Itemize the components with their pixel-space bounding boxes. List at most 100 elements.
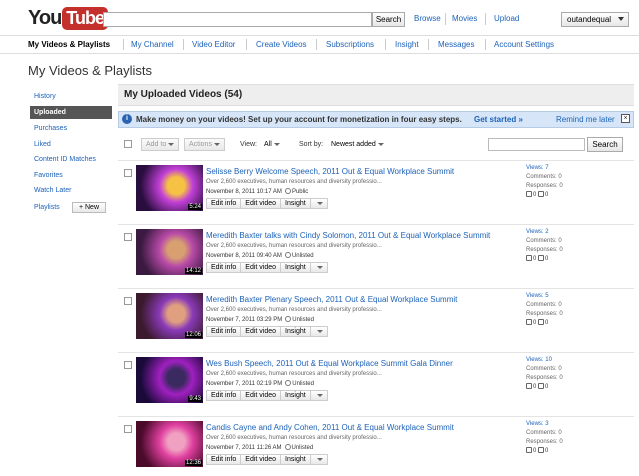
- views-count[interactable]: Views: 7: [526, 164, 563, 173]
- video-stats: Views: 7 Comments: 0 Responses: 0 0 0: [526, 164, 563, 200]
- nav-movies[interactable]: Movies: [452, 14, 477, 23]
- view-dropdown[interactable]: All: [264, 141, 280, 148]
- user-menu[interactable]: outandequal: [561, 12, 629, 27]
- nav-browse[interactable]: Browse: [414, 14, 441, 23]
- video-thumbnail[interactable]: 12:06: [136, 293, 203, 339]
- thumbs-down-icon: [538, 191, 545, 197]
- video-checkbox[interactable]: [124, 169, 132, 177]
- add-to-label: Add to: [146, 141, 167, 148]
- divider: [0, 53, 639, 54]
- subnav-account-settings[interactable]: Account Settings: [494, 40, 554, 49]
- sort-value: Newest added: [331, 141, 376, 148]
- video-thumbnail[interactable]: 14:12: [136, 229, 203, 275]
- video-description: Over 2,600 executives, human resources a…: [206, 179, 382, 185]
- divider: [485, 13, 486, 25]
- views-count[interactable]: Views: 3: [526, 420, 563, 429]
- video-checkbox[interactable]: [124, 425, 132, 433]
- subnav-video-editor[interactable]: Video Editor: [192, 40, 235, 49]
- video-duration: 12:06: [184, 332, 202, 338]
- responses-count: Responses: 0: [526, 247, 563, 253]
- likes-count: 0: [533, 448, 537, 454]
- sidebar-item-uploaded[interactable]: Uploaded: [30, 106, 112, 119]
- insight-button[interactable]: Insight: [280, 326, 311, 337]
- add-to-button[interactable]: Add to: [141, 138, 180, 151]
- edit-video-button[interactable]: Edit video: [240, 198, 282, 209]
- actions-button[interactable]: Actions: [184, 138, 225, 151]
- chevron-down-icon: [168, 142, 175, 146]
- more-actions-button[interactable]: [309, 198, 328, 209]
- select-all-checkbox[interactable]: [124, 140, 132, 148]
- thumbs-up-icon: [526, 319, 532, 325]
- sidebar-item-watch-later[interactable]: Watch Later: [34, 187, 71, 194]
- video-checkbox[interactable]: [124, 361, 132, 369]
- remind-later-link[interactable]: Remind me later: [556, 115, 615, 124]
- thumbs-up-icon: [526, 255, 532, 261]
- likes-count: 0: [533, 384, 537, 390]
- video-title-link[interactable]: Meredith Baxter Plenary Speech, 2011 Out…: [206, 295, 457, 304]
- subnav-subscriptions[interactable]: Subscriptions: [326, 40, 374, 49]
- views-count[interactable]: Views: 2: [526, 228, 563, 237]
- video-title-link[interactable]: Selisse Berry Welcome Speech, 2011 Out &…: [206, 167, 454, 176]
- video-date-text: November 7, 2011 11:26 AM: [206, 445, 282, 451]
- video-title-link[interactable]: Candis Cayne and Andy Cohen, 2011 Out & …: [206, 423, 454, 432]
- video-title-link[interactable]: Wes Bush Speech, 2011 Out & Equal Workpl…: [206, 359, 453, 368]
- sidebar-item-content-id[interactable]: Content ID Matches: [34, 156, 96, 163]
- video-row: 12:06 Meredith Baxter Plenary Speech, 20…: [118, 288, 634, 352]
- video-checkbox[interactable]: [124, 233, 132, 241]
- edit-video-button[interactable]: Edit video: [240, 262, 282, 273]
- more-actions-button[interactable]: [309, 262, 328, 273]
- insight-button[interactable]: Insight: [280, 390, 311, 401]
- views-count[interactable]: Views: 10: [526, 356, 563, 365]
- comments-count: Comments: 0: [526, 366, 562, 372]
- more-actions-button[interactable]: [309, 390, 328, 401]
- insight-button[interactable]: Insight: [280, 454, 311, 465]
- video-actions: Edit info Edit video Insight: [206, 390, 328, 401]
- sidebar-item-liked[interactable]: Liked: [34, 141, 51, 148]
- edit-video-button[interactable]: Edit video: [240, 326, 282, 337]
- edit-video-button[interactable]: Edit video: [240, 454, 282, 465]
- edit-video-button[interactable]: Edit video: [240, 390, 282, 401]
- video-thumbnail[interactable]: 5:24: [136, 165, 203, 211]
- search-button[interactable]: Search: [372, 12, 405, 27]
- video-thumbnail[interactable]: 12:36: [136, 421, 203, 467]
- responses-count: Responses: 0: [526, 183, 563, 189]
- subnav-my-channel[interactable]: My Channel: [131, 40, 174, 49]
- video-privacy: Public: [291, 189, 309, 195]
- edit-info-button[interactable]: Edit info: [206, 390, 242, 401]
- dislikes-count: 0: [545, 192, 549, 198]
- new-playlist-button[interactable]: + New: [72, 202, 106, 213]
- video-thumbnail[interactable]: 9:43: [136, 357, 203, 403]
- close-icon[interactable]: ×: [621, 114, 630, 123]
- video-title-link[interactable]: Meredith Baxter talks with Cindy Solomon…: [206, 231, 490, 240]
- video-search-input[interactable]: [488, 138, 585, 151]
- subnav-messages[interactable]: Messages: [438, 40, 474, 49]
- thumbs-down-icon: [538, 383, 545, 389]
- insight-button[interactable]: Insight: [280, 198, 311, 209]
- divider: [445, 13, 446, 25]
- video-search-button[interactable]: Search: [587, 137, 623, 152]
- video-checkbox[interactable]: [124, 297, 132, 305]
- insight-label: Insight: [285, 392, 306, 399]
- youtube-logo[interactable]: You Tube: [28, 6, 108, 30]
- insight-button[interactable]: Insight: [280, 262, 311, 273]
- more-actions-button[interactable]: [309, 454, 328, 465]
- sidebar-item-favorites[interactable]: Favorites: [34, 172, 63, 179]
- edit-info-button[interactable]: Edit info: [206, 326, 242, 337]
- search-input[interactable]: [103, 12, 372, 27]
- sort-dropdown[interactable]: Newest added: [331, 141, 384, 148]
- subnav-insight[interactable]: Insight: [395, 40, 419, 49]
- sidebar-item-history[interactable]: History: [34, 93, 56, 100]
- more-actions-button[interactable]: [309, 326, 328, 337]
- edit-info-button[interactable]: Edit info: [206, 198, 242, 209]
- sidebar-item-purchases[interactable]: Purchases: [34, 125, 67, 132]
- sidebar-item-playlists[interactable]: Playlists: [34, 204, 60, 211]
- get-started-link[interactable]: Get started »: [474, 115, 523, 124]
- subnav-my-videos[interactable]: My Videos & Playlists: [28, 40, 110, 49]
- edit-info-button[interactable]: Edit info: [206, 262, 242, 273]
- dislikes-count: 0: [545, 256, 549, 262]
- views-count[interactable]: Views: 5: [526, 292, 563, 301]
- responses-count: Responses: 0: [526, 375, 563, 381]
- edit-info-button[interactable]: Edit info: [206, 454, 242, 465]
- subnav-create-videos[interactable]: Create Videos: [256, 40, 307, 49]
- nav-upload[interactable]: Upload: [494, 14, 519, 23]
